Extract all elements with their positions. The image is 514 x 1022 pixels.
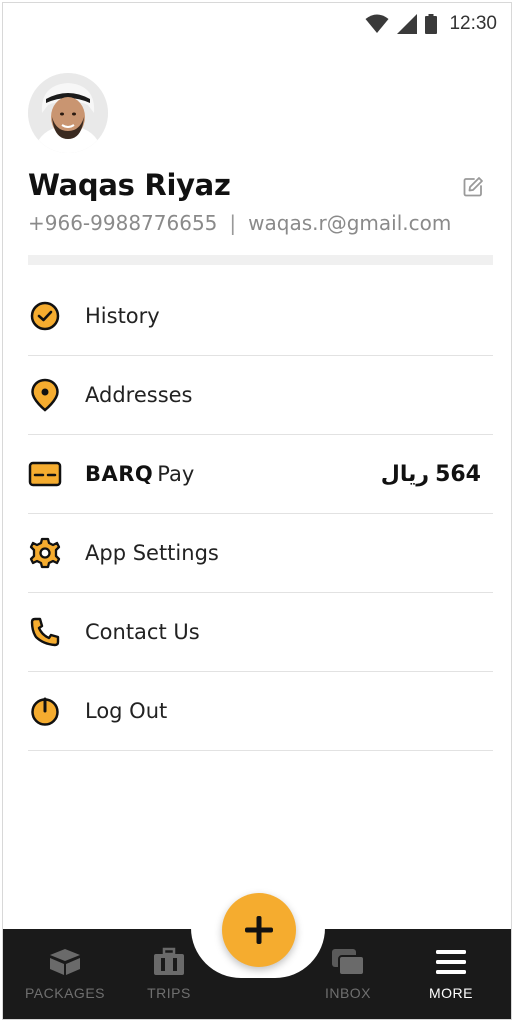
wallet-card-icon xyxy=(28,457,62,491)
menu-label: Log Out xyxy=(85,699,168,723)
nav-label: MORE xyxy=(429,985,473,1001)
edit-icon[interactable] xyxy=(461,175,485,199)
battery-icon xyxy=(425,14,438,34)
status-time: 12:30 xyxy=(449,13,497,34)
profile-name: Waqas Riyaz xyxy=(28,168,231,202)
menu-item-addresses[interactable]: Addresses xyxy=(28,356,493,435)
packages-icon xyxy=(50,949,80,975)
contact-separator: | xyxy=(229,211,237,235)
gear-icon xyxy=(28,536,62,570)
nav-label: PACKAGES xyxy=(25,985,105,1001)
status-bar: 12:30 xyxy=(365,11,497,37)
menu-item-app-settings[interactable]: App Settings xyxy=(28,514,493,593)
barq-pay-label: BARQ Pay xyxy=(85,462,194,486)
barq-brand: BARQ xyxy=(85,462,154,486)
menu-label: App Settings xyxy=(85,541,219,565)
menu-list: History Addresses BARQ Pay ريال 564 App … xyxy=(28,277,493,751)
location-pin-icon xyxy=(28,378,62,412)
menu-icon xyxy=(436,950,466,974)
nav-item-packages[interactable]: PACKAGES xyxy=(20,947,110,1001)
currency-label: ريال xyxy=(380,461,430,487)
power-icon xyxy=(28,694,62,728)
nav-item-trips[interactable]: TRIPS xyxy=(124,947,214,1001)
menu-item-contact-us[interactable]: Contact Us xyxy=(28,593,493,672)
wallet-balance: ريال 564 xyxy=(381,462,481,487)
menu-item-log-out[interactable]: Log Out xyxy=(28,672,493,751)
clock-check-icon xyxy=(28,299,62,333)
menu-label: Addresses xyxy=(85,383,193,407)
menu-label: Contact Us xyxy=(85,620,200,644)
nav-label: INBOX xyxy=(324,985,372,1001)
wifi-icon xyxy=(365,14,389,33)
plus-icon xyxy=(245,916,273,944)
menu-item-history[interactable]: History xyxy=(28,277,493,356)
nav-item-more[interactable]: MORE xyxy=(406,947,496,1001)
avatar-image xyxy=(28,73,108,153)
inbox-icon xyxy=(332,949,365,976)
add-fab-button[interactable] xyxy=(222,893,296,967)
pay-text: Pay xyxy=(157,462,195,486)
app-screen: 12:30 Waqas Riyaz +966-9988776655 | waqa… xyxy=(2,2,512,1020)
menu-label: History xyxy=(85,304,160,328)
profile-contact: +966-9988776655 | waqas.r@gmail.com xyxy=(28,211,451,235)
menu-item-barq-pay[interactable]: BARQ Pay ريال 564 xyxy=(28,435,493,514)
profile-email: waqas.r@gmail.com xyxy=(248,211,452,235)
avatar[interactable] xyxy=(28,73,108,153)
nav-label: TRIPS xyxy=(147,985,191,1001)
section-divider xyxy=(28,255,493,265)
suitcase-icon xyxy=(154,947,184,975)
balance-amount: 564 xyxy=(435,461,481,487)
nav-item-inbox[interactable]: INBOX xyxy=(303,947,393,1001)
profile-phone: +966-9988776655 xyxy=(28,211,218,235)
signal-icon xyxy=(397,14,418,34)
phone-icon xyxy=(28,615,62,649)
